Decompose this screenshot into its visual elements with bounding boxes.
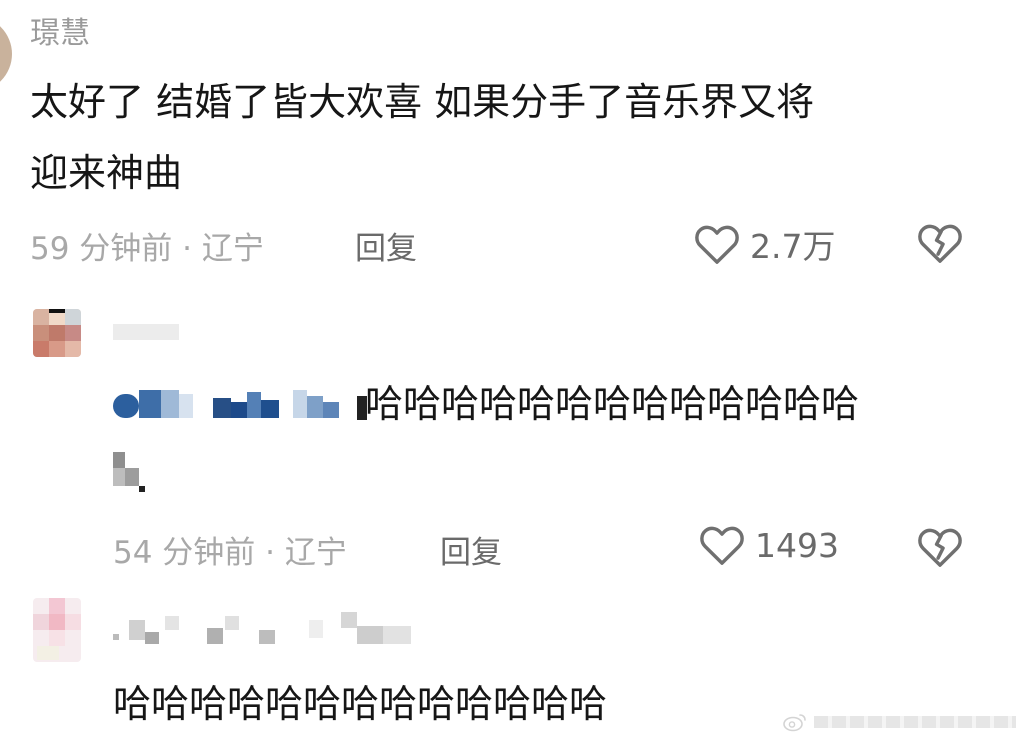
comment-text: 哈哈哈哈哈哈哈哈哈哈哈哈哈 (365, 382, 860, 426)
broken-heart-icon (918, 224, 962, 263)
comment-text-line: 太好了 结婚了皆大欢喜 如果分手了音乐界又将 (30, 80, 815, 124)
avatar[interactable] (0, 16, 12, 92)
like-count: 1493 (755, 525, 839, 565)
comment-username[interactable] (113, 324, 179, 340)
comment-text: 哈哈哈哈哈哈哈哈哈哈哈哈哈 (113, 682, 608, 726)
reply-button[interactable]: 回复 (440, 527, 502, 572)
blurred-emoji (113, 452, 147, 492)
reply-button[interactable]: 回复 (355, 223, 417, 268)
dislike-button[interactable] (917, 222, 963, 268)
weibo-logo-icon (783, 714, 806, 732)
comment-username[interactable] (113, 612, 413, 652)
comment-text-line: 迎来神曲 (30, 151, 183, 195)
mention-link[interactable] (113, 388, 367, 422)
like-button[interactable]: 2.7万 (694, 220, 835, 268)
like-button[interactable]: 1493 (699, 524, 839, 566)
heart-outline-icon (700, 526, 744, 565)
comment-username[interactable]: 璟慧 (30, 8, 90, 52)
dislike-button[interactable] (917, 526, 963, 572)
like-count: 2.7万 (750, 227, 836, 266)
avatar[interactable] (33, 309, 81, 357)
watermark (782, 712, 1016, 732)
comment-time-location: 54 分钟前 · 辽宁 (113, 535, 347, 571)
avatar[interactable] (33, 598, 81, 662)
watermark-text (814, 716, 1016, 728)
broken-heart-icon (918, 528, 962, 567)
heart-outline-icon (695, 225, 739, 264)
comment-time-location: 59 分钟前 · 辽宁 (30, 231, 264, 267)
